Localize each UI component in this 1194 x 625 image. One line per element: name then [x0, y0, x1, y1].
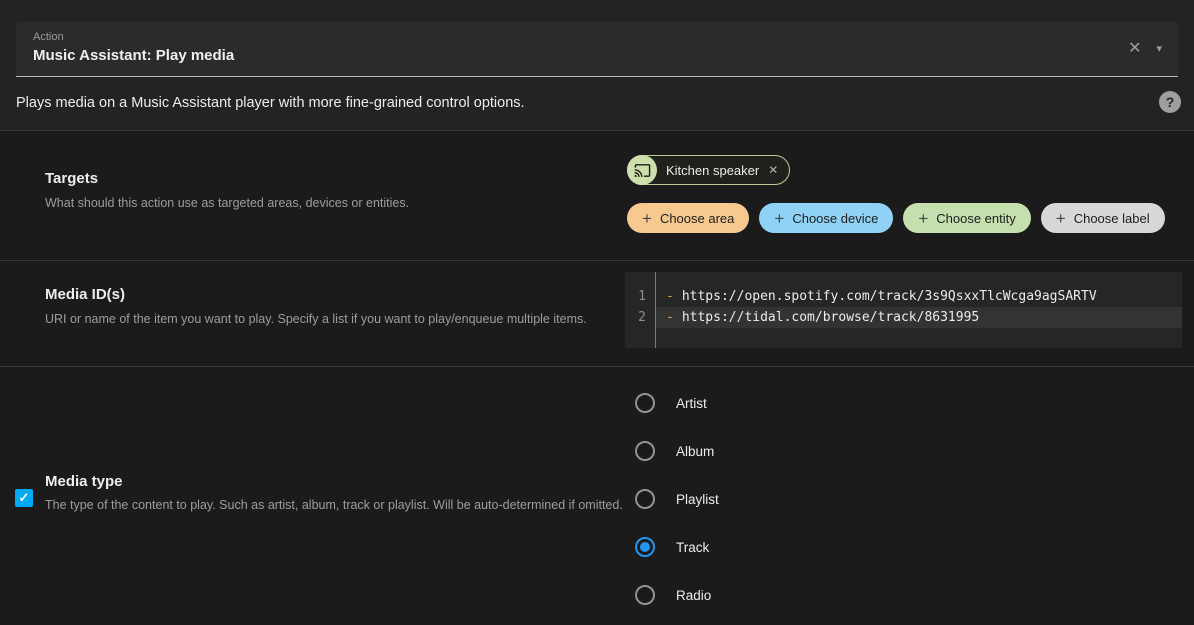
- close-icon[interactable]: ✕: [1128, 41, 1141, 57]
- action-description: Plays media on a Music Assistant player …: [16, 95, 525, 111]
- radio-label: Playlist: [676, 491, 719, 507]
- editor-gutter: 1 2: [625, 272, 656, 348]
- media-type-label: Media type: [45, 473, 123, 490]
- section-media-id: Media ID(s) URI or name of the item you …: [0, 261, 1194, 367]
- radio-dot: [640, 494, 650, 504]
- radio-option-track[interactable]: Track: [635, 523, 719, 571]
- targets-label: Targets: [45, 170, 99, 187]
- choose-label-label: Choose label: [1073, 210, 1150, 226]
- media-type-checkbox[interactable]: ✓: [15, 489, 33, 507]
- media-type-description: The type of the content to play. Such as…: [45, 498, 623, 512]
- radio-dot: [640, 590, 650, 600]
- chevron-down-icon[interactable]: ▾: [1156, 43, 1162, 55]
- help-icon[interactable]: ?: [1159, 91, 1181, 113]
- choose-label-button[interactable]: + Choose label: [1040, 203, 1165, 233]
- yaml-list-bullet: -: [666, 289, 674, 304]
- action-header-band: Action Music Assistant: Play media ✕ ▾ P…: [0, 0, 1194, 131]
- radio-option-album[interactable]: Album: [635, 427, 719, 475]
- action-card-header[interactable]: Action Music Assistant: Play media ✕ ▾: [16, 22, 1178, 77]
- radio-icon-selected[interactable]: [635, 537, 655, 557]
- plus-icon: +: [918, 208, 929, 228]
- radio-label: Artist: [676, 395, 707, 411]
- choose-device-button[interactable]: + Choose device: [759, 203, 894, 233]
- radio-icon[interactable]: [635, 489, 655, 509]
- choose-area-button[interactable]: + Choose area: [627, 203, 750, 233]
- editor-content[interactable]: - https://open.spotify.com/track/3s9QsxxT…: [656, 272, 1182, 348]
- radio-icon[interactable]: [635, 393, 655, 413]
- yaml-line-2-text: https://tidal.com/browse/track/8631995: [681, 310, 980, 325]
- chip-avatar: [627, 155, 657, 185]
- radio-option-artist[interactable]: Artist: [635, 379, 719, 427]
- media-type-options: Artist Album Playlist Track Radio: [635, 379, 719, 619]
- yaml-list-bullet: -: [666, 310, 674, 325]
- radio-dot: [640, 542, 650, 552]
- choose-entity-label: Choose entity: [936, 210, 1016, 226]
- plus-icon: +: [1055, 208, 1066, 228]
- target-chip-kitchen-speaker[interactable]: Kitchen speaker ✕: [627, 155, 791, 185]
- radio-label: Radio: [676, 587, 712, 603]
- check-icon: ✓: [18, 490, 30, 505]
- media-id-description: URI or name of the item you want to play…: [45, 312, 587, 326]
- cast-icon: [634, 163, 650, 177]
- radio-dot: [640, 446, 650, 456]
- action-kind-label: Action: [33, 31, 64, 43]
- target-choose-buttons: + Choose area + Choose device + Choose e…: [627, 203, 1165, 233]
- choose-device-label: Choose device: [792, 210, 879, 226]
- media-id-label: Media ID(s): [45, 286, 126, 303]
- yaml-line-1-text: https://open.spotify.com/track/3s9QsxxTl…: [681, 289, 1097, 304]
- action-card-icons: ✕ ▾: [1128, 22, 1162, 76]
- yaml-editor[interactable]: 1 2 - https://open.spotify.com/track/3s9Q…: [625, 272, 1182, 348]
- action-title: Music Assistant: Play media: [33, 47, 235, 64]
- choose-entity-button[interactable]: + Choose entity: [903, 203, 1031, 233]
- radio-icon[interactable]: [635, 441, 655, 461]
- yaml-line-1[interactable]: - https://open.spotify.com/track/3s9QsxxT…: [656, 286, 1182, 307]
- line-number: 1: [638, 289, 646, 304]
- radio-label: Track: [676, 539, 710, 555]
- choose-area-label: Choose area: [659, 210, 735, 226]
- radio-label: Album: [676, 443, 715, 459]
- radio-option-playlist[interactable]: Playlist: [635, 475, 719, 523]
- line-number: 2: [638, 310, 646, 325]
- action-editor: Action Music Assistant: Play media ✕ ▾ P…: [0, 0, 1194, 625]
- radio-dot: [640, 398, 650, 408]
- targets-description: What should this action use as targeted …: [45, 196, 410, 210]
- chip-remove-icon[interactable]: ✕: [768, 163, 778, 177]
- section-media-type: ✓ Media type The type of the content to …: [0, 368, 1194, 625]
- yaml-line-2[interactable]: - https://tidal.com/browse/track/8631995: [656, 307, 1182, 328]
- chip-label: Kitchen speaker: [666, 162, 760, 178]
- radio-option-radio[interactable]: Radio: [635, 571, 719, 619]
- plus-icon: +: [642, 208, 652, 228]
- plus-icon: +: [774, 208, 785, 228]
- section-targets: Targets What should this action use as t…: [0, 131, 1194, 261]
- radio-icon[interactable]: [635, 585, 655, 605]
